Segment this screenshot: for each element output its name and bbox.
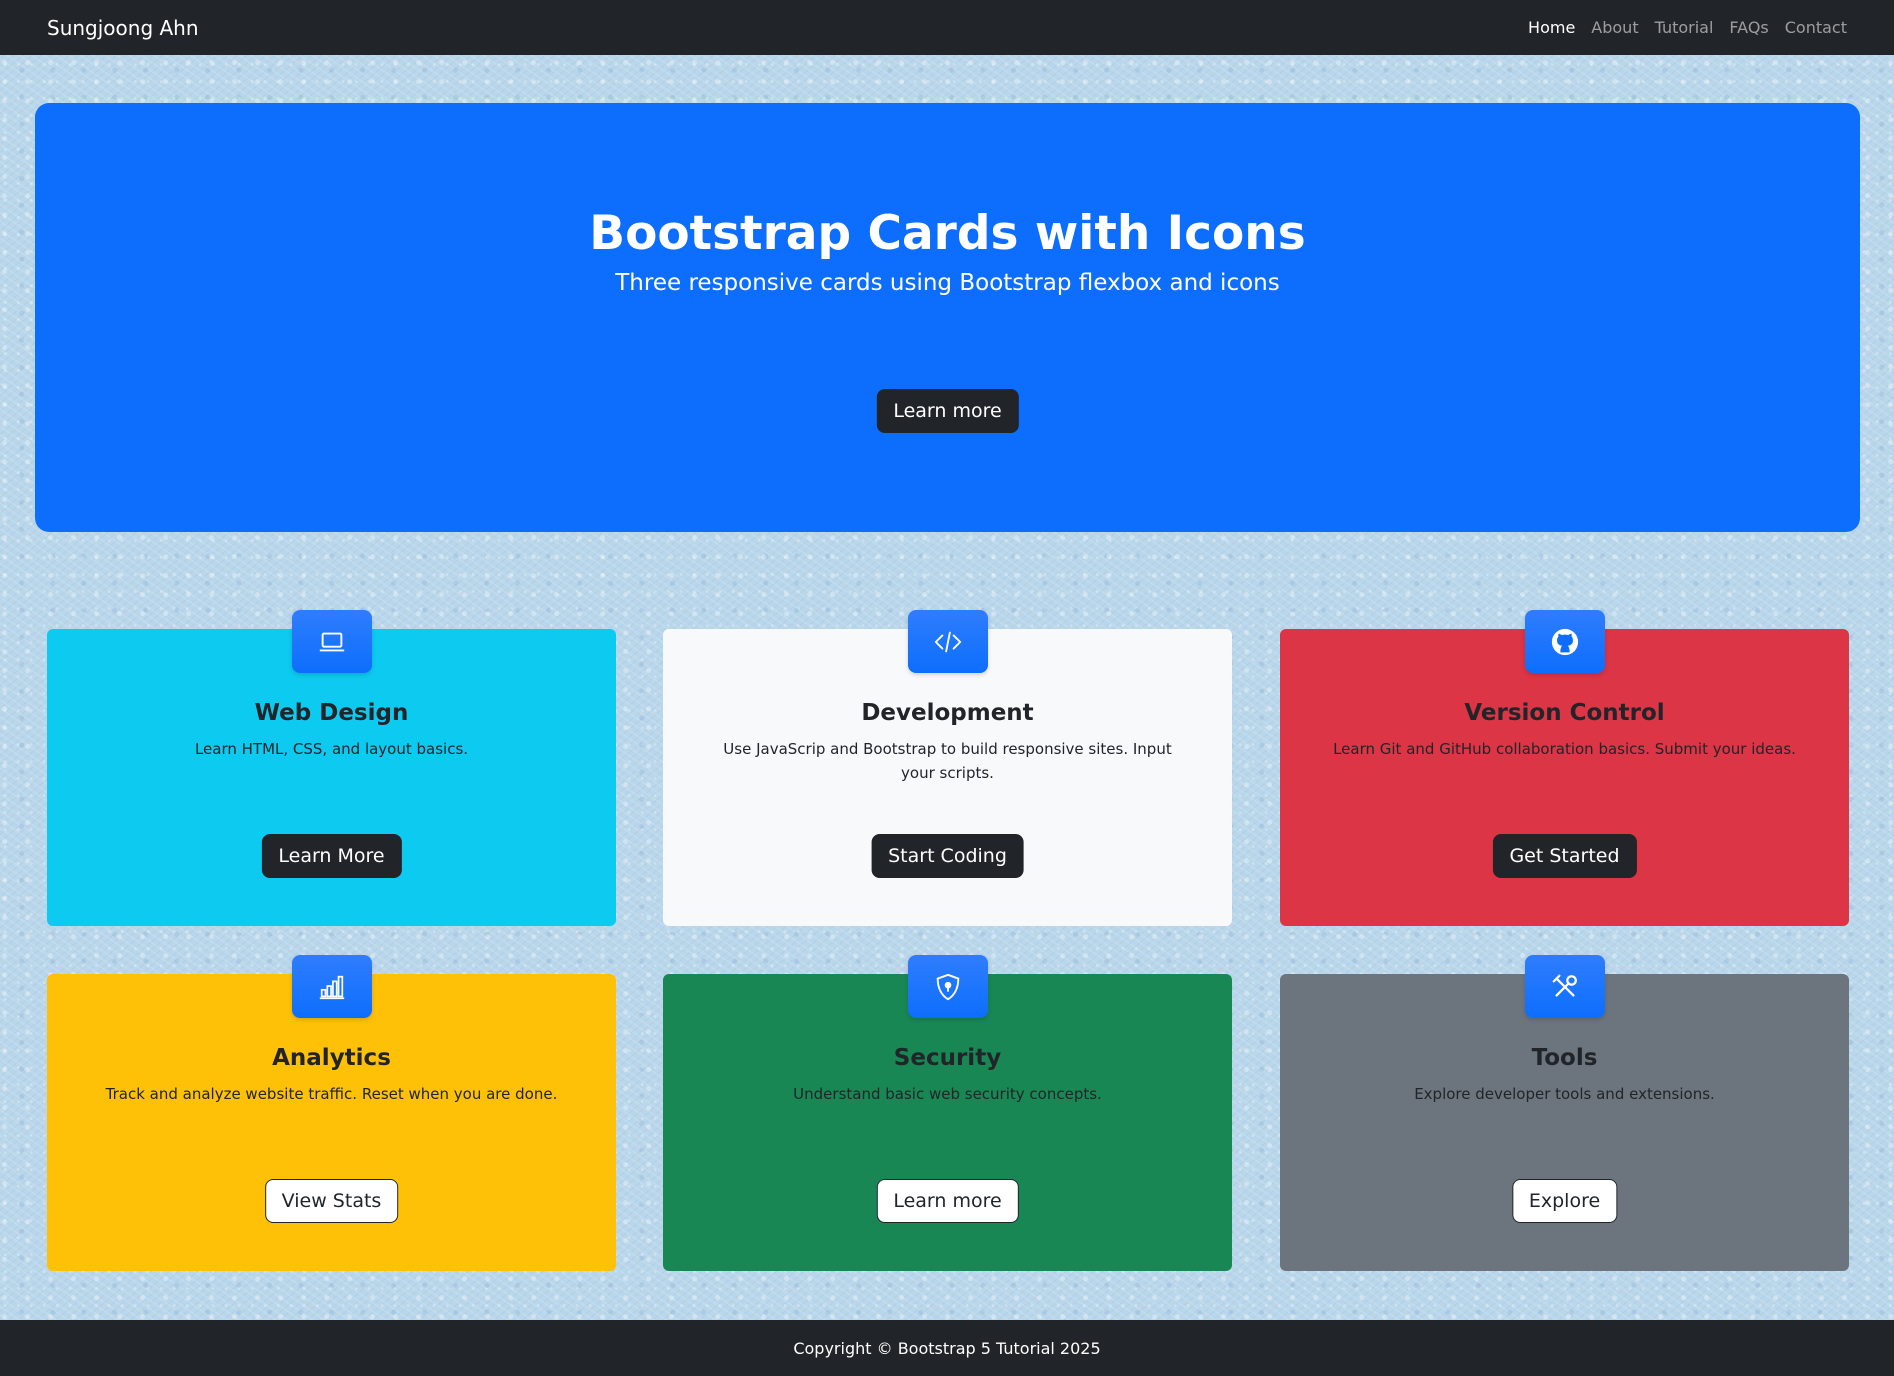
- code-icon: [934, 631, 961, 652]
- card-text: Use JavaScrip and Bootstrap to build res…: [723, 740, 1172, 782]
- card-icon-box: [907, 955, 988, 1018]
- shield-lock-icon: [936, 973, 959, 1000]
- card-web-design: Web Design Learn HTML, CSS, and layout b…: [47, 610, 616, 926]
- tools-icon: [1552, 974, 1577, 997]
- card-icon-box: [291, 610, 372, 673]
- card-title: Tools: [1531, 1045, 1598, 1071]
- card-text: Explore developer tools and extensions.: [1414, 1085, 1715, 1103]
- card-icon-box: [1524, 955, 1605, 1018]
- card-title: Analytics: [272, 1045, 391, 1071]
- hero-banner: Bootstrap Cards with Icons Three respons…: [35, 103, 1860, 532]
- nav-link-tutorial[interactable]: Tutorial: [1655, 18, 1714, 37]
- card-title: Development: [861, 700, 1034, 726]
- hero-learn-more-button[interactable]: Learn more: [876, 389, 1019, 433]
- explore-button[interactable]: Explore: [1511, 1179, 1618, 1223]
- view-stats-button[interactable]: View Stats: [264, 1179, 399, 1223]
- laptop-icon: [319, 632, 344, 651]
- card-text: Learn HTML, CSS, and layout basics.: [194, 740, 469, 758]
- get-started-button[interactable]: Get Started: [1492, 834, 1637, 878]
- card-icon-box: [291, 955, 372, 1018]
- learn-more-button[interactable]: Learn more: [876, 1179, 1019, 1223]
- card-text: Learn Git and GitHub collaboration basic…: [1333, 740, 1796, 758]
- card-analytics: Analytics Track and analyze website traf…: [47, 955, 616, 1271]
- card-title: Version Control: [1464, 700, 1665, 726]
- card-icon-box: [1524, 610, 1605, 673]
- brand-link[interactable]: Sungjoong Ahn: [47, 16, 199, 40]
- card-title: Security: [893, 1045, 1002, 1071]
- card-title: Web Design: [254, 700, 409, 726]
- nav-link-contact[interactable]: Contact: [1785, 18, 1847, 37]
- nav-links: Home About Tutorial FAQs Contact: [1528, 18, 1847, 37]
- nav-link-faqs[interactable]: FAQs: [1729, 18, 1768, 37]
- copyright-text: Copyright © Bootstrap 5 Tutorial 2025: [793, 1338, 1101, 1358]
- navbar: Sungjoong Ahn Home About Tutorial FAQs C…: [0, 0, 1894, 55]
- card-text: Understand basic web security concepts.: [793, 1085, 1102, 1103]
- nav-link-home[interactable]: Home: [1528, 18, 1575, 37]
- bar-chart-icon: [319, 975, 344, 999]
- footer: Copyright © Bootstrap 5 Tutorial 2025: [0, 1320, 1894, 1376]
- card-text: Track and analyze website traffic. Reset…: [105, 1085, 558, 1103]
- hero-title: Bootstrap Cards with Icons: [589, 206, 1306, 261]
- github-icon: [1551, 628, 1578, 655]
- learn-more-button[interactable]: Learn More: [261, 834, 402, 878]
- card-tools: Tools Explore developer tools and extens…: [1280, 955, 1849, 1271]
- hero-subtitle: Three responsive cards using Bootstrap f…: [615, 270, 1280, 296]
- nav-link-about[interactable]: About: [1591, 18, 1638, 37]
- card-icon-box: [907, 610, 988, 673]
- card-version-control: Version Control Learn Git and GitHub col…: [1280, 610, 1849, 926]
- start-coding-button[interactable]: Start Coding: [871, 834, 1024, 878]
- card-development: Development Use JavaScrip and Bootstrap …: [663, 610, 1232, 926]
- card-security: Security Understand basic web security c…: [663, 955, 1232, 1271]
